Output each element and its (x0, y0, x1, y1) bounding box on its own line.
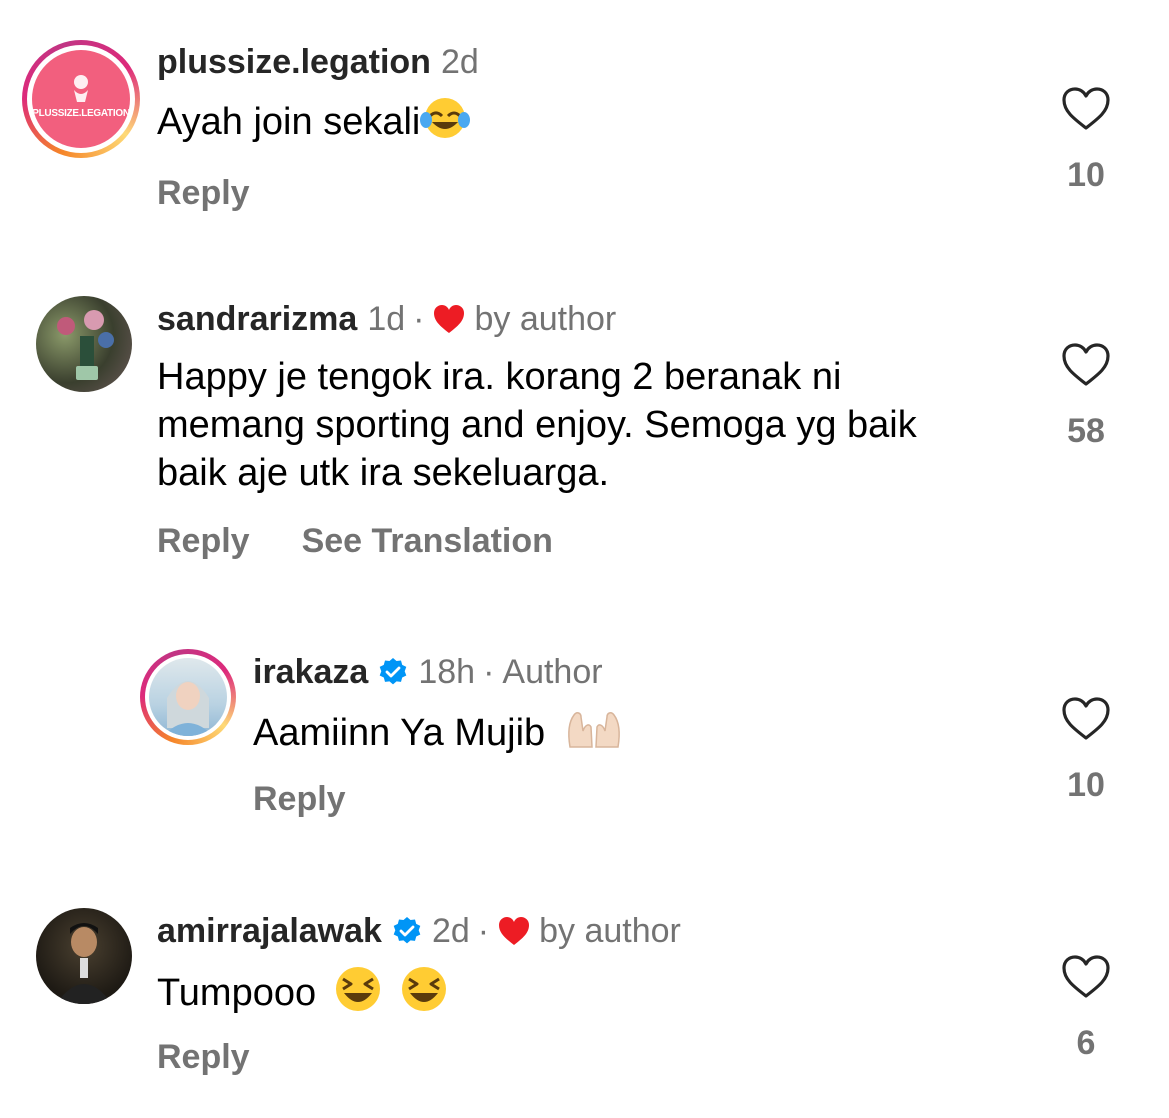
liked-by-author-label: by author (539, 911, 681, 950)
laughing-emoji (333, 965, 383, 1025)
avatar-story-ring[interactable]: PLUSSIZE.LEGATION (22, 40, 140, 158)
like-control: 10 (1056, 696, 1116, 805)
timestamp: 18h (418, 652, 476, 691)
avatar-story-ring[interactable] (140, 649, 236, 745)
comment-text: Ayah join sekali (157, 96, 471, 152)
comment-body: Tumpooo (157, 972, 317, 1015)
author-label: Author (502, 652, 603, 691)
username[interactable]: sandrarizma (157, 300, 357, 339)
verified-badge-icon (393, 917, 421, 944)
timestamp: 1d (367, 299, 406, 338)
like-count: 10 (1067, 766, 1105, 804)
username[interactable]: amirrajalawak (157, 912, 382, 951)
laughing-emoji (399, 965, 449, 1025)
reply-button[interactable]: Reply (157, 1038, 250, 1077)
avatar[interactable] (36, 296, 132, 392)
avatar: PLUSSIZE.LEGATION (32, 50, 130, 148)
like-control: 58 (1056, 342, 1116, 451)
comment-body: Aamiinn Ya Mujib (253, 712, 546, 755)
author-liked-heart-icon (499, 917, 530, 945)
heart-outline-icon[interactable] (1061, 954, 1111, 1000)
like-control: 6 (1056, 954, 1116, 1063)
separator-dot: · (477, 911, 490, 950)
like-count: 58 (1067, 412, 1105, 450)
joy-emoji (420, 96, 471, 152)
comment-header: irakaza 18h · Author (253, 650, 603, 694)
like-count: 6 (1076, 1024, 1096, 1062)
like-count: 10 (1067, 156, 1105, 194)
reply-button[interactable]: Reply (253, 780, 346, 819)
avatar[interactable] (36, 908, 132, 1004)
comment-actions: Reply (157, 1038, 250, 1077)
author-liked-heart-icon (434, 305, 465, 333)
timestamp: 2d (440, 42, 479, 81)
reply-button[interactable]: Reply (157, 174, 250, 213)
avatar-logo-text: PLUSSIZE.LEGATION (32, 108, 130, 119)
comment-header: sandrarizma 1d · by author (157, 297, 616, 341)
like-control: 10 (1056, 86, 1116, 195)
comment-text: Tumpooo (157, 965, 449, 1025)
raised-hands-emoji (564, 707, 624, 763)
comment-header: plussize.legation 2d (157, 40, 479, 84)
comment-header: amirrajalawak 2d · by author (157, 909, 681, 953)
comment-actions: Reply (157, 174, 250, 213)
comment-actions: Reply See Translation (157, 522, 553, 561)
heart-outline-icon[interactable] (1061, 86, 1111, 132)
comment-body: Ayah join sekali (157, 101, 421, 144)
logo-icon (74, 75, 88, 102)
heart-outline-icon[interactable] (1061, 342, 1111, 388)
liked-by-author-label: by author (474, 299, 617, 338)
separator-dot: · (483, 652, 495, 691)
comment-text: Aamiinn Ya Mujib (253, 707, 624, 763)
username[interactable]: irakaza (253, 653, 368, 692)
comment-text: Happy je tengok ira. korang 2 beranak ni… (157, 356, 917, 494)
avatar (149, 658, 227, 736)
person-photo-icon (163, 681, 213, 736)
separator-dot: · (413, 299, 425, 338)
verified-badge-icon (380, 658, 407, 685)
heart-outline-icon[interactable] (1061, 696, 1111, 742)
comment-actions: Reply (253, 780, 346, 819)
person-photo-icon (56, 923, 112, 1004)
see-translation-button[interactable]: See Translation (302, 522, 553, 561)
flower-bouquet-icon (57, 310, 114, 380)
reply-button[interactable]: Reply (157, 522, 250, 561)
username[interactable]: plussize.legation (157, 43, 431, 82)
timestamp: 2d (431, 911, 470, 950)
